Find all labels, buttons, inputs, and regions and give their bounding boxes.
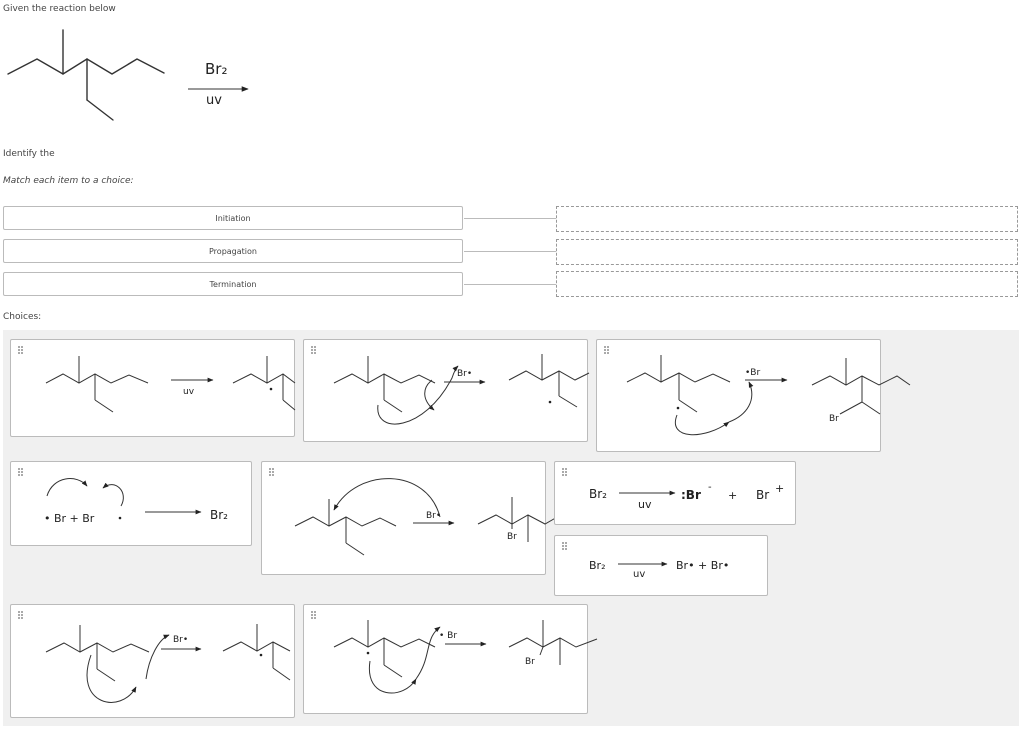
choice-card-initiation-alkane[interactable]: uv (10, 339, 296, 437)
choice-5-structure: Br• Br (294, 478, 560, 556)
choice-7-structure: Br₂ uv Br• + Br• (589, 559, 729, 580)
connector-line (464, 251, 556, 252)
choice-9-radical: • Br (439, 631, 457, 641)
question-prompt: Given the reaction below (3, 4, 116, 14)
choices-label: Choices: (3, 312, 42, 322)
item-termination: Termination (3, 272, 463, 296)
drop-zone-propagation[interactable] (556, 239, 1018, 265)
connector-line (464, 284, 556, 285)
choice-card-propagation-h-abstraction[interactable]: Br• (303, 339, 590, 442)
choice-4-reactants: • Br + Br (44, 512, 95, 525)
choice-6-plus: + (728, 489, 737, 502)
item-initiation: Initiation (3, 206, 463, 230)
choice-6-uv: uv (638, 498, 652, 511)
reagent-top: Br₂ (205, 60, 228, 78)
reagent-bottom: uv (206, 93, 222, 108)
choice-card-heterolytic-cleavage[interactable]: Br₂ uv :Br - + Br + (554, 461, 796, 525)
item-label: Initiation (215, 213, 251, 223)
identify-text: Identify the (3, 149, 55, 159)
choice-card-termination-br2[interactable]: • Br + Br Br₂ (10, 461, 252, 546)
choice-6-charge1: - (708, 482, 712, 493)
choice-6-reactant: Br₂ (589, 487, 607, 501)
choice-card-propagation-br-attack[interactable]: •Br Br (596, 339, 911, 452)
drop-zone-termination[interactable] (556, 271, 1018, 297)
choice-card-propagation-arrow-push[interactable]: Br• (10, 604, 295, 718)
item-propagation: Propagation (3, 239, 463, 263)
choice-3-radical: •Br (745, 368, 760, 378)
choice-3-structure: •Br Br (626, 355, 911, 436)
choice-2-structure: Br• (333, 354, 590, 425)
choice-2-radical: Br• (457, 369, 472, 379)
choice-1-uv: uv (183, 387, 195, 397)
choice-5-radical: Br• (426, 511, 441, 521)
choice-5-br-substituent: Br (507, 532, 517, 542)
choice-1-structure: uv (45, 356, 296, 413)
reaction-arrow: Br₂ uv (185, 60, 255, 110)
drop-zone-initiation[interactable] (556, 206, 1018, 232)
choice-4-structure: • Br + Br Br₂ (44, 478, 228, 525)
choice-6-product2: Br (756, 488, 769, 502)
choice-4-product: Br₂ (210, 508, 228, 522)
match-instruction: Match each item to a choice: (3, 176, 134, 186)
choice-6-structure: Br₂ uv :Br - + Br + (589, 482, 784, 511)
choice-card-propagation-br-transfer[interactable]: Br• Br (261, 461, 560, 575)
choice-card-initiation-br2[interactable]: Br₂ uv Br• + Br• (554, 535, 768, 596)
choice-7-products: Br• + Br• (676, 559, 729, 572)
choice-9-structure: • Br Br (333, 620, 598, 694)
choice-8-structure: Br• (45, 624, 291, 703)
choice-card-propagation-br-bond[interactable]: • Br Br (303, 604, 598, 714)
choice-7-uv: uv (633, 569, 645, 580)
choice-6-product1: :Br (681, 488, 701, 502)
choice-6-charge2: + (775, 482, 784, 495)
item-label: Termination (209, 279, 257, 289)
choice-9-br-substituent: Br (525, 657, 535, 667)
reaction-reactant-structure (7, 29, 165, 121)
connector-line (464, 218, 556, 219)
item-label: Propagation (209, 246, 257, 256)
choice-8-radical: Br• (173, 635, 188, 645)
choice-7-reactant: Br₂ (589, 559, 605, 572)
choice-3-br-substituent: Br (829, 414, 839, 424)
